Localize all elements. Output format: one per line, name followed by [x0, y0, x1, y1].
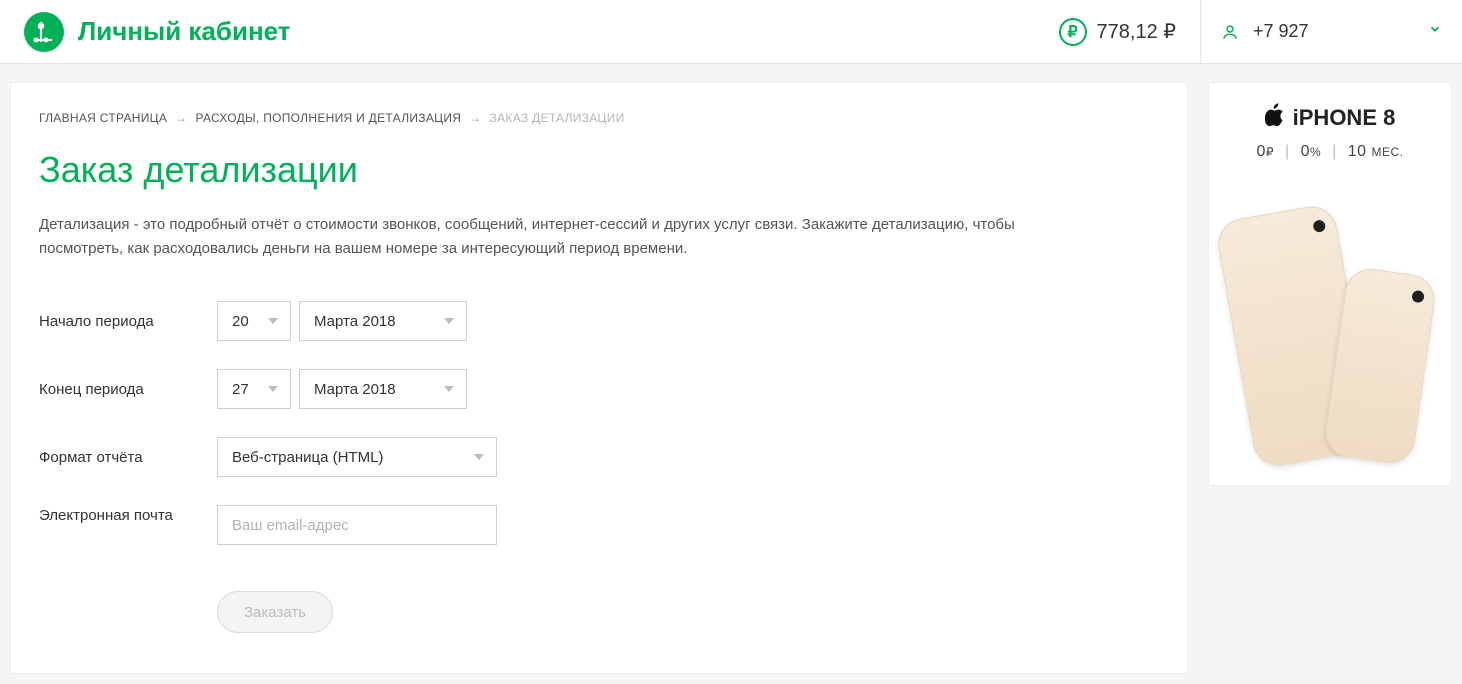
select-value: 20 [232, 313, 249, 330]
select-start-day[interactable]: 20 [217, 301, 291, 341]
balance-display[interactable]: ₽ 778,12 ₽ [1059, 18, 1200, 46]
chevron-down-icon [268, 318, 278, 324]
select-value: 27 [232, 381, 249, 398]
chevron-down-icon [474, 454, 484, 460]
breadcrumb-home[interactable]: ГЛАВНАЯ СТРАНИЦА [39, 111, 167, 125]
main-card: ГЛАВНАЯ СТРАНИЦА → РАСХОДЫ, ПОПОЛНЕНИЯ И… [10, 82, 1188, 674]
ad-title: iPHONE 8 [1265, 103, 1396, 133]
row-format: Формат отчёта Веб-страница (HTML) [39, 437, 1159, 477]
ad-banner[interactable]: iPHONE 8 0₽ | 0% | 10 МЕС. [1208, 82, 1452, 486]
row-end-period: Конец периода 27 Марта 2018 [39, 369, 1159, 409]
chevron-down-icon [444, 318, 454, 324]
breadcrumb-current: ЗАКАЗ ДЕТАЛИЗАЦИИ [490, 111, 625, 125]
select-end-day[interactable]: 27 [217, 369, 291, 409]
ad-image [1223, 181, 1437, 461]
person-icon [1221, 23, 1239, 41]
chevron-down-icon [268, 386, 278, 392]
email-field[interactable] [217, 505, 497, 545]
label-email: Электронная почта [39, 505, 217, 526]
select-format[interactable]: Веб-страница (HTML) [217, 437, 497, 477]
ruble-icon: ₽ [1059, 18, 1087, 46]
chevron-down-icon [1428, 22, 1442, 41]
label-format: Формат отчёта [39, 449, 217, 466]
select-value: Марта 2018 [314, 381, 396, 398]
page-description: Детализация - это подробный отчёт о стои… [39, 213, 1099, 261]
arrow-right-icon: → [175, 111, 187, 125]
breadcrumb-section[interactable]: РАСХОДЫ, ПОПОЛНЕНИЯ И ДЕТАЛИЗАЦИЯ [195, 111, 461, 125]
select-value: Веб-страница (HTML) [232, 449, 383, 466]
logo[interactable]: Личный кабинет [0, 12, 291, 52]
logo-icon [24, 12, 64, 52]
select-end-month[interactable]: Марта 2018 [299, 369, 467, 409]
row-start-period: Начало периода 20 Марта 2018 [39, 301, 1159, 341]
breadcrumb: ГЛАВНАЯ СТРАНИЦА → РАСХОДЫ, ПОПОЛНЕНИЯ И… [39, 111, 1159, 125]
label-start-period: Начало периода [39, 313, 217, 330]
arrow-right-icon: → [469, 111, 481, 125]
account-selector[interactable]: +7 927 [1200, 0, 1462, 63]
ad-subtitle: 0₽ | 0% | 10 МЕС. [1257, 143, 1404, 161]
select-start-month[interactable]: Марта 2018 [299, 301, 467, 341]
row-email: Электронная почта [39, 505, 1159, 545]
account-phone: +7 927 [1253, 21, 1309, 42]
app-title: Личный кабинет [78, 16, 291, 47]
page-title: Заказ детализации [39, 149, 1159, 191]
apple-icon [1265, 103, 1285, 133]
ad-title-text: iPHONE 8 [1293, 105, 1396, 131]
submit-button[interactable]: Заказать [217, 591, 333, 633]
chevron-down-icon [444, 386, 454, 392]
label-end-period: Конец периода [39, 381, 217, 398]
app-header: Личный кабинет ₽ 778,12 ₽ +7 927 [0, 0, 1462, 64]
balance-value: 778,12 ₽ [1097, 19, 1176, 44]
select-value: Марта 2018 [314, 313, 396, 330]
